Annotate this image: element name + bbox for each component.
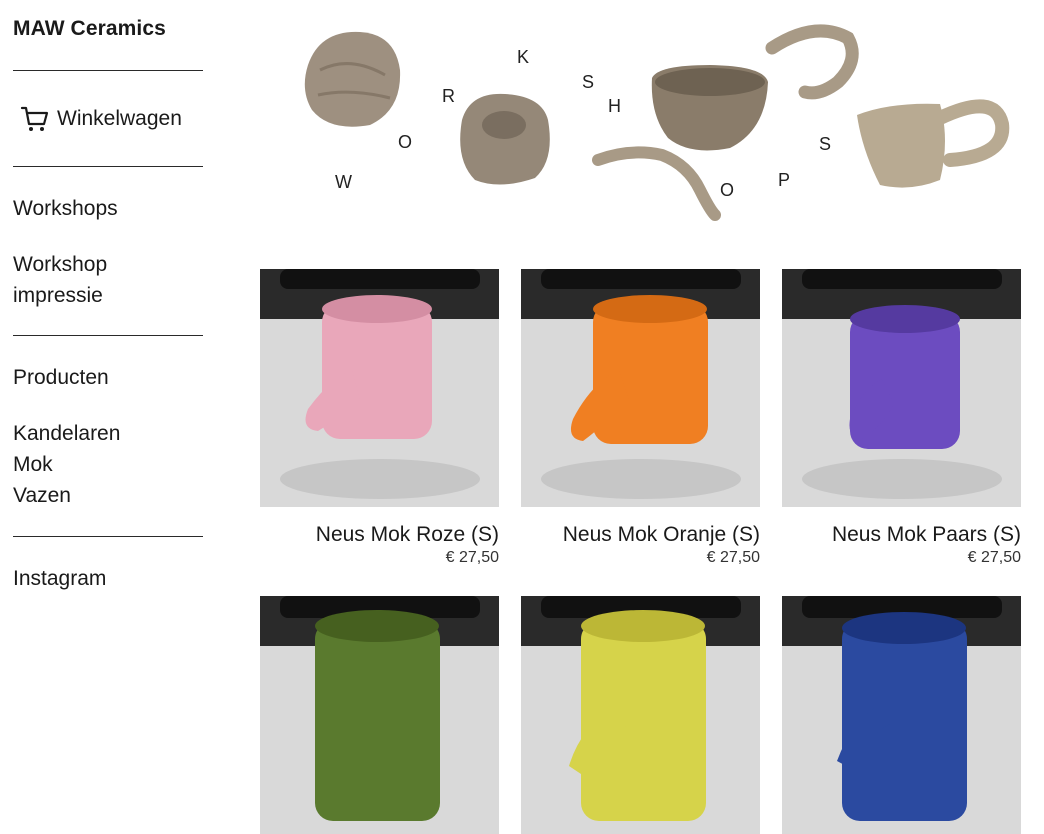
mug-rim: [593, 295, 707, 323]
mug-body: [322, 304, 432, 439]
nav-mok[interactable]: Mok: [13, 449, 53, 480]
nav-workshops[interactable]: Workshops: [13, 193, 118, 224]
mug-rim: [850, 305, 960, 333]
banner-letter: R: [442, 86, 455, 106]
pinch-pot-image: [460, 93, 550, 185]
nav-workshop-impressie[interactable]: Workshop impressie: [13, 249, 107, 311]
nav-workshop-impressie-line2: impressie: [13, 284, 103, 307]
product-card[interactable]: Neus Mok Paars (S) € 27,50: [782, 269, 1021, 567]
clay-lump-image: [304, 31, 401, 127]
product-card[interactable]: Neus Mok Roze (S) € 27,50: [260, 269, 499, 567]
product-price: € 27,50: [706, 549, 760, 566]
nav-kandelaren[interactable]: Kandelaren: [13, 418, 120, 449]
shopping-cart-icon: [20, 106, 49, 131]
banner-letter: O: [398, 132, 412, 152]
workshops-banner[interactable]: W O R K S H O P S: [290, 20, 1030, 240]
mug-rim: [322, 295, 432, 323]
clay-coil-image: [592, 146, 721, 221]
banner-letter: O: [720, 180, 734, 200]
clay-coil-image: [765, 24, 859, 100]
product-price: € 27,50: [445, 549, 499, 566]
mug-rim: [581, 610, 705, 642]
product-card[interactable]: [521, 596, 760, 834]
banner-letter: S: [819, 134, 831, 154]
product-image[interactable]: [782, 596, 1021, 834]
product-card[interactable]: [260, 596, 499, 834]
product-card[interactable]: [782, 596, 1021, 834]
nav-vazen[interactable]: Vazen: [13, 480, 71, 511]
product-image[interactable]: [260, 269, 499, 507]
banner-letter: P: [778, 170, 790, 190]
mug-rim: [315, 610, 439, 642]
product-image[interactable]: [260, 596, 499, 834]
mug-rim: [842, 612, 966, 644]
nav-workshop-impressie-line1: Workshop: [13, 253, 108, 276]
banner-letter: K: [517, 47, 529, 67]
cup-image: [857, 103, 945, 188]
product-name[interactable]: Neus Mok Roze (S): [260, 523, 499, 547]
nav-instagram[interactable]: Instagram: [13, 563, 106, 594]
banner-letter: H: [608, 96, 621, 116]
cart-button[interactable]: Winkelwagen: [20, 104, 182, 134]
divider: [13, 335, 203, 336]
banner-letter: W: [335, 172, 352, 192]
divider: [13, 536, 203, 537]
brand-logo[interactable]: MAW Ceramics: [13, 17, 166, 41]
banner-letter: S: [582, 72, 594, 92]
product-name[interactable]: Neus Mok Oranje (S): [521, 523, 760, 547]
product-image[interactable]: [521, 269, 760, 507]
divider: [13, 166, 203, 167]
product-card[interactable]: Neus Mok Oranje (S) € 27,50: [521, 269, 760, 567]
product-image[interactable]: [782, 269, 1021, 507]
mug-body: [593, 304, 708, 444]
product-price: € 27,50: [967, 549, 1021, 566]
divider: [13, 70, 203, 71]
nav-producten[interactable]: Producten: [13, 362, 109, 393]
cart-label: Winkelwagen: [57, 107, 182, 130]
product-name[interactable]: Neus Mok Paars (S): [782, 523, 1021, 547]
product-image[interactable]: [521, 596, 760, 834]
